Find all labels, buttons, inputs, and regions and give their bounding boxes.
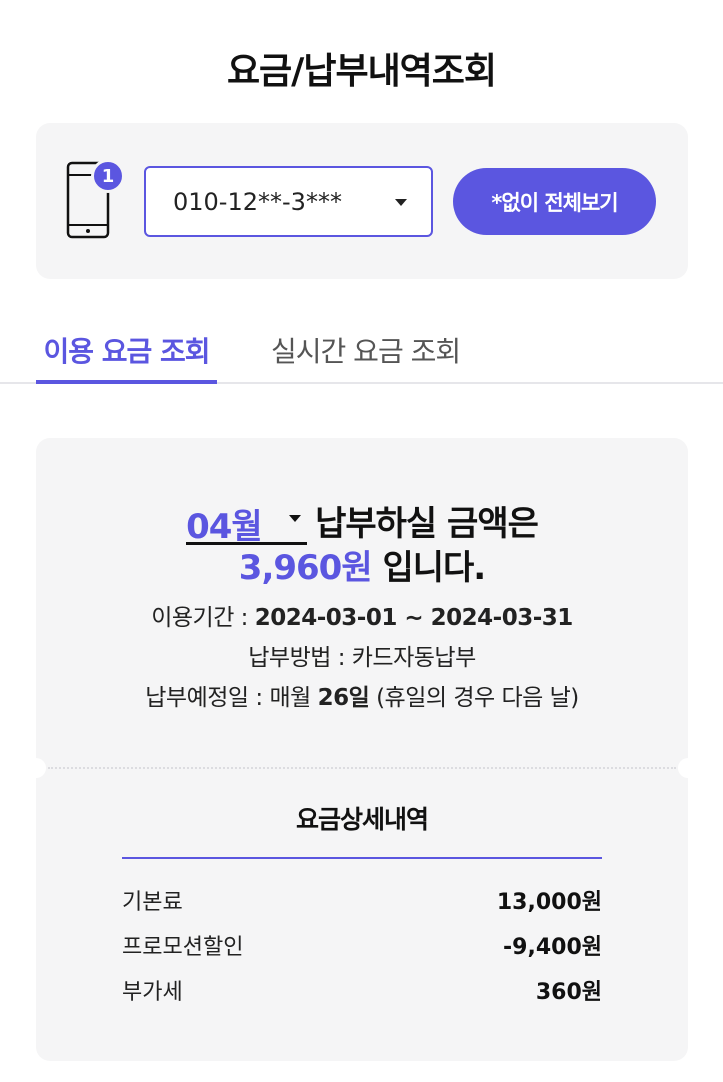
detail-amount: 13,000원 bbox=[496, 890, 602, 915]
detail-divider bbox=[122, 857, 602, 859]
detail-label: 기본료 bbox=[122, 890, 183, 915]
line-selector-card: 1 010-12**-3*** *없이 전체보기 bbox=[36, 123, 688, 279]
tab-realtime-fee[interactable]: 실시간 요금 조회 bbox=[271, 330, 461, 370]
page-title: 요금/납부내역조회 bbox=[226, 51, 497, 92]
due-date: 납부예정일 : 매월 26일 (휴일의 경우 다음 날) bbox=[36, 678, 688, 712]
detail-row: 프로모션할인 -9,400원 bbox=[122, 929, 602, 961]
payment-method: 납부방법 : 카드자동납부 bbox=[36, 638, 688, 672]
ticket-notch-left bbox=[26, 758, 46, 778]
detail-title: 요금상세내역 bbox=[295, 805, 429, 834]
bill-headline: 04월 납부하실 금액은 bbox=[36, 496, 688, 547]
amount-suffix: 입니다. bbox=[382, 548, 486, 588]
due-date-day: 26일 bbox=[317, 685, 370, 711]
tab-usage-fee[interactable]: 이용 요금 조회 bbox=[36, 330, 217, 370]
usage-period-value: 2024-03-01 ~ 2024-03-31 bbox=[254, 605, 574, 631]
chevron-down-icon bbox=[395, 199, 407, 206]
bill-amount: 3,960원 bbox=[238, 548, 373, 588]
line-count-badge: 1 bbox=[91, 159, 125, 193]
active-tab-indicator bbox=[36, 380, 217, 384]
detail-row: 부가세 360원 bbox=[122, 974, 602, 1006]
payment-method-label: 납부방법 : bbox=[248, 645, 345, 671]
due-date-prefix: 매월 bbox=[269, 685, 311, 711]
headline-suffix: 납부하실 금액은 bbox=[315, 504, 539, 544]
detail-row: 기본료 13,000원 bbox=[122, 884, 602, 916]
due-date-note: (휴일의 경우 다음 날) bbox=[376, 685, 579, 711]
month-select[interactable]: 04월 bbox=[186, 499, 308, 547]
detail-label: 프로모션할인 bbox=[122, 935, 244, 960]
due-date-label: 납부예정일 : bbox=[145, 685, 263, 711]
usage-period: 이용기간 : 2024-03-01 ~ 2024-03-31 bbox=[36, 598, 688, 632]
detail-amount: -9,400원 bbox=[503, 935, 602, 960]
chevron-down-icon bbox=[289, 515, 302, 522]
ticket-notch-right bbox=[678, 758, 698, 778]
phone-number-value: 010-12**-3*** bbox=[173, 187, 342, 216]
usage-period-label: 이용기간 : bbox=[151, 605, 248, 631]
phone-number-select[interactable]: 010-12**-3*** bbox=[144, 166, 433, 237]
detail-label: 부가세 bbox=[122, 980, 183, 1005]
view-all-button[interactable]: *없이 전체보기 bbox=[453, 168, 656, 235]
tab-bar: 이용 요금 조회 실시간 요금 조회 bbox=[0, 310, 723, 384]
bill-amount-line: 3,960원 입니다. bbox=[36, 540, 688, 589]
bill-summary-card: 04월 납부하실 금액은 3,960원 입니다. 이용기간 : 2024-03-… bbox=[26, 438, 698, 1061]
divider bbox=[48, 767, 676, 769]
detail-amount: 360원 bbox=[535, 980, 602, 1005]
payment-method-value: 카드자동납부 bbox=[351, 645, 476, 671]
